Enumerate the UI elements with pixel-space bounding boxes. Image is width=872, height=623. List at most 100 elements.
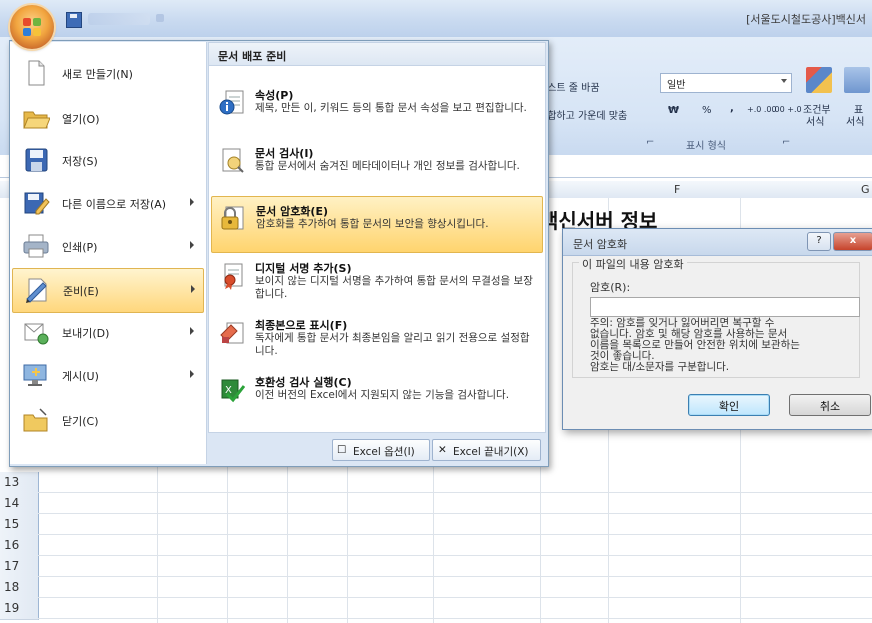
password-label: 암호(R): xyxy=(590,281,631,294)
number-group-label: 표시 형식 xyxy=(686,141,726,152)
digital-signature-icon xyxy=(224,263,243,290)
chevron-down-icon xyxy=(781,79,787,83)
dialog-title: 문서 암호화 xyxy=(573,238,628,251)
help-button[interactable]: ? xyxy=(807,232,831,251)
send-icon xyxy=(24,323,49,345)
submenu-item-properties[interactable]: 속성(P) 제목, 만든 이, 키워드 등의 통합 문서 속성을 보고 편집합니… xyxy=(211,81,541,136)
menu-item-label: 닫기(C) xyxy=(62,415,99,428)
menu-item-save-as[interactable]: 다른 이름으로 저장(A) xyxy=(12,182,204,225)
menu-item-label: 보내기(D) xyxy=(62,327,110,340)
menu-item-open[interactable]: 열기(O) xyxy=(12,97,204,140)
submenu-arrow-icon xyxy=(191,285,195,293)
menu-item-close[interactable]: 닫기(C) xyxy=(12,399,204,442)
encrypt-document-dialog: 문서 암호화 ? x 이 파일의 내용 암호화 암호(R): 주의: 암호를 잊… xyxy=(562,228,872,430)
printer-icon xyxy=(23,234,49,258)
row-header[interactable]: 18 xyxy=(0,577,39,599)
save-as-icon xyxy=(24,192,50,215)
properties-icon xyxy=(219,90,244,115)
row-header[interactable]: 13 xyxy=(0,472,39,494)
submenu-item-desc: 제목, 만든 이, 키워드 등의 통합 문서 속성을 보고 편집합니다. xyxy=(255,102,527,114)
password-input[interactable] xyxy=(590,297,860,317)
close-icon: ✕ xyxy=(438,444,447,456)
submenu-item-title: 호환성 검사 실행(C) xyxy=(255,376,352,389)
menu-item-label: 새로 만들기(N) xyxy=(62,68,133,81)
encrypt-group-label: 이 파일의 내용 암호화 xyxy=(579,256,687,272)
menu-item-new[interactable]: 새로 만들기(N) xyxy=(12,52,204,95)
menu-item-label: 인쇄(P) xyxy=(62,241,98,254)
save-icon[interactable] xyxy=(66,12,82,28)
submenu-item-title: 디지털 서명 추가(S) xyxy=(255,262,352,275)
comma-button[interactable]: , xyxy=(730,103,734,114)
decrease-decimal-button[interactable]: .00 +.0 xyxy=(772,105,802,114)
number-group-launcher-icon[interactable]: ⌐ xyxy=(782,137,790,148)
ok-button[interactable]: 확인 xyxy=(688,394,770,416)
cancel-button[interactable]: 취소 xyxy=(789,394,871,416)
window-title: [서울도시철도공사]백신서 xyxy=(746,13,866,26)
table-label-2[interactable]: 서식 xyxy=(846,113,864,128)
submenu-item-digital-signature[interactable]: 디지털 서명 추가(S) 보이지 않는 디지털 서명을 추가하여 통합 문서의 … xyxy=(211,254,541,309)
submenu-item-mark-final[interactable]: 최종본으로 표시(F) 독자에게 통합 문서가 최종본임을 알리고 읽기 전용으… xyxy=(211,311,541,366)
percent-button[interactable]: % xyxy=(702,105,712,116)
office-logo-icon xyxy=(23,18,41,36)
office-button[interactable] xyxy=(10,5,54,49)
office-menu-footer: ☐ Excel 옵션(I) ✕ Excel 끝내기(X) xyxy=(208,436,544,464)
row-header[interactable]: 19 xyxy=(0,598,39,620)
number-format-value: 일반 xyxy=(667,80,686,91)
submenu-item-title: 속성(P) xyxy=(255,89,294,102)
format-as-table-icon[interactable] xyxy=(844,67,870,93)
exit-excel-button[interactable]: ✕ Excel 끝내기(X) xyxy=(432,439,541,461)
row-header[interactable]: 15 xyxy=(0,514,39,536)
dialog-title-bar[interactable]: 문서 암호화 ? x xyxy=(563,229,872,256)
title-bar: [서울도시철도공사]백신서 xyxy=(0,0,872,38)
publish-icon xyxy=(23,364,47,386)
column-header-g[interactable]: G xyxy=(861,183,870,196)
conditional-format-icon[interactable] xyxy=(806,67,832,93)
save-icon xyxy=(25,148,48,172)
menu-item-save[interactable]: 저장(S) xyxy=(12,139,204,182)
close-folder-icon xyxy=(23,408,48,432)
submenu-title: 문서 배포 준비 xyxy=(218,50,287,63)
group-launcher-icon[interactable]: ⌐ xyxy=(646,137,654,148)
currency-button[interactable]: ₩ xyxy=(668,105,679,116)
open-folder-icon xyxy=(23,111,50,129)
menu-item-publish[interactable]: 게시(U) xyxy=(12,354,204,397)
submenu-item-desc: 암호화를 추가하여 통합 문서의 보안을 향상시킵니다. xyxy=(256,218,489,230)
password-warning: 주의: 암호를 잊거나 잃어버리면 복구할 수 없습니다. 암호 및 해당 암호… xyxy=(590,318,856,373)
submenu-item-encrypt[interactable]: 문서 암호화(E) 암호화를 추가하여 통합 문서의 보안을 향상시킵니다. xyxy=(211,196,543,253)
submenu-item-inspect[interactable]: 문서 검사(I) 통합 문서에서 숨겨진 메타데이터나 개인 정보를 검사합니다… xyxy=(211,139,541,194)
merge-center-button[interactable]: 병합하고 가운데 맞춤 xyxy=(538,107,627,122)
close-button[interactable]: x xyxy=(833,232,872,251)
submenu-arrow-icon xyxy=(190,241,194,249)
row-header[interactable]: 17 xyxy=(0,556,39,578)
conditional-format-label-2[interactable]: 서식 xyxy=(806,113,824,128)
submenu-item-desc: 보이지 않는 디지털 서명을 추가하여 통합 문서의 무결성을 보장합니다. xyxy=(255,275,533,300)
warning-line: 암호는 대/소문자를 구분합니다. xyxy=(590,361,730,373)
customize-qat-icon[interactable] xyxy=(156,14,164,22)
options-icon: ☐ xyxy=(337,444,347,456)
column-header-f[interactable]: F xyxy=(674,183,680,196)
row-header[interactable]: 14 xyxy=(0,493,39,515)
menu-item-label: 다른 이름으로 저장(A) xyxy=(62,198,167,211)
submenu-item-title: 문서 검사(I) xyxy=(255,147,314,160)
submenu-item-desc: 통합 문서에서 숨겨진 메타데이터나 개인 정보를 검사합니다. xyxy=(255,160,520,172)
quick-access-toolbar[interactable] xyxy=(88,13,150,25)
submenu-item-title: 최종본으로 표시(F) xyxy=(255,319,348,332)
inspect-document-icon xyxy=(222,148,244,173)
lock-document-icon xyxy=(221,206,244,230)
office-menu-commands: 새로 만들기(N) 열기(O) 저장(S) 다른 이름으로 저장(A) 인쇄(P… xyxy=(10,42,207,464)
menu-item-print[interactable]: 인쇄(P) xyxy=(12,225,204,268)
submenu-item-title: 문서 암호화(E) xyxy=(256,205,328,218)
menu-item-prepare[interactable]: 준비(E) xyxy=(12,268,204,313)
submenu-arrow-icon xyxy=(190,198,194,206)
prepare-submenu: 문서 배포 준비 속성(P) 제목, 만든 이, 키워드 등의 통합 문서 속성… xyxy=(208,42,546,433)
menu-item-label: 저장(S) xyxy=(62,155,98,168)
row-header[interactable]: 16 xyxy=(0,535,39,557)
submenu-arrow-icon xyxy=(190,327,194,335)
menu-item-send[interactable]: 보내기(D) xyxy=(12,311,204,354)
number-format-select[interactable]: 일반 xyxy=(660,73,792,93)
prepare-icon xyxy=(26,278,47,303)
excel-options-label: Excel 옵션(I) xyxy=(353,446,415,458)
excel-options-button[interactable]: ☐ Excel 옵션(I) xyxy=(332,439,430,461)
submenu-header: 문서 배포 준비 xyxy=(209,43,545,66)
submenu-item-compatibility[interactable]: X 호환성 검사 실행(C) 이전 버전의 Excel에서 지원되지 않는 기능… xyxy=(211,368,541,423)
